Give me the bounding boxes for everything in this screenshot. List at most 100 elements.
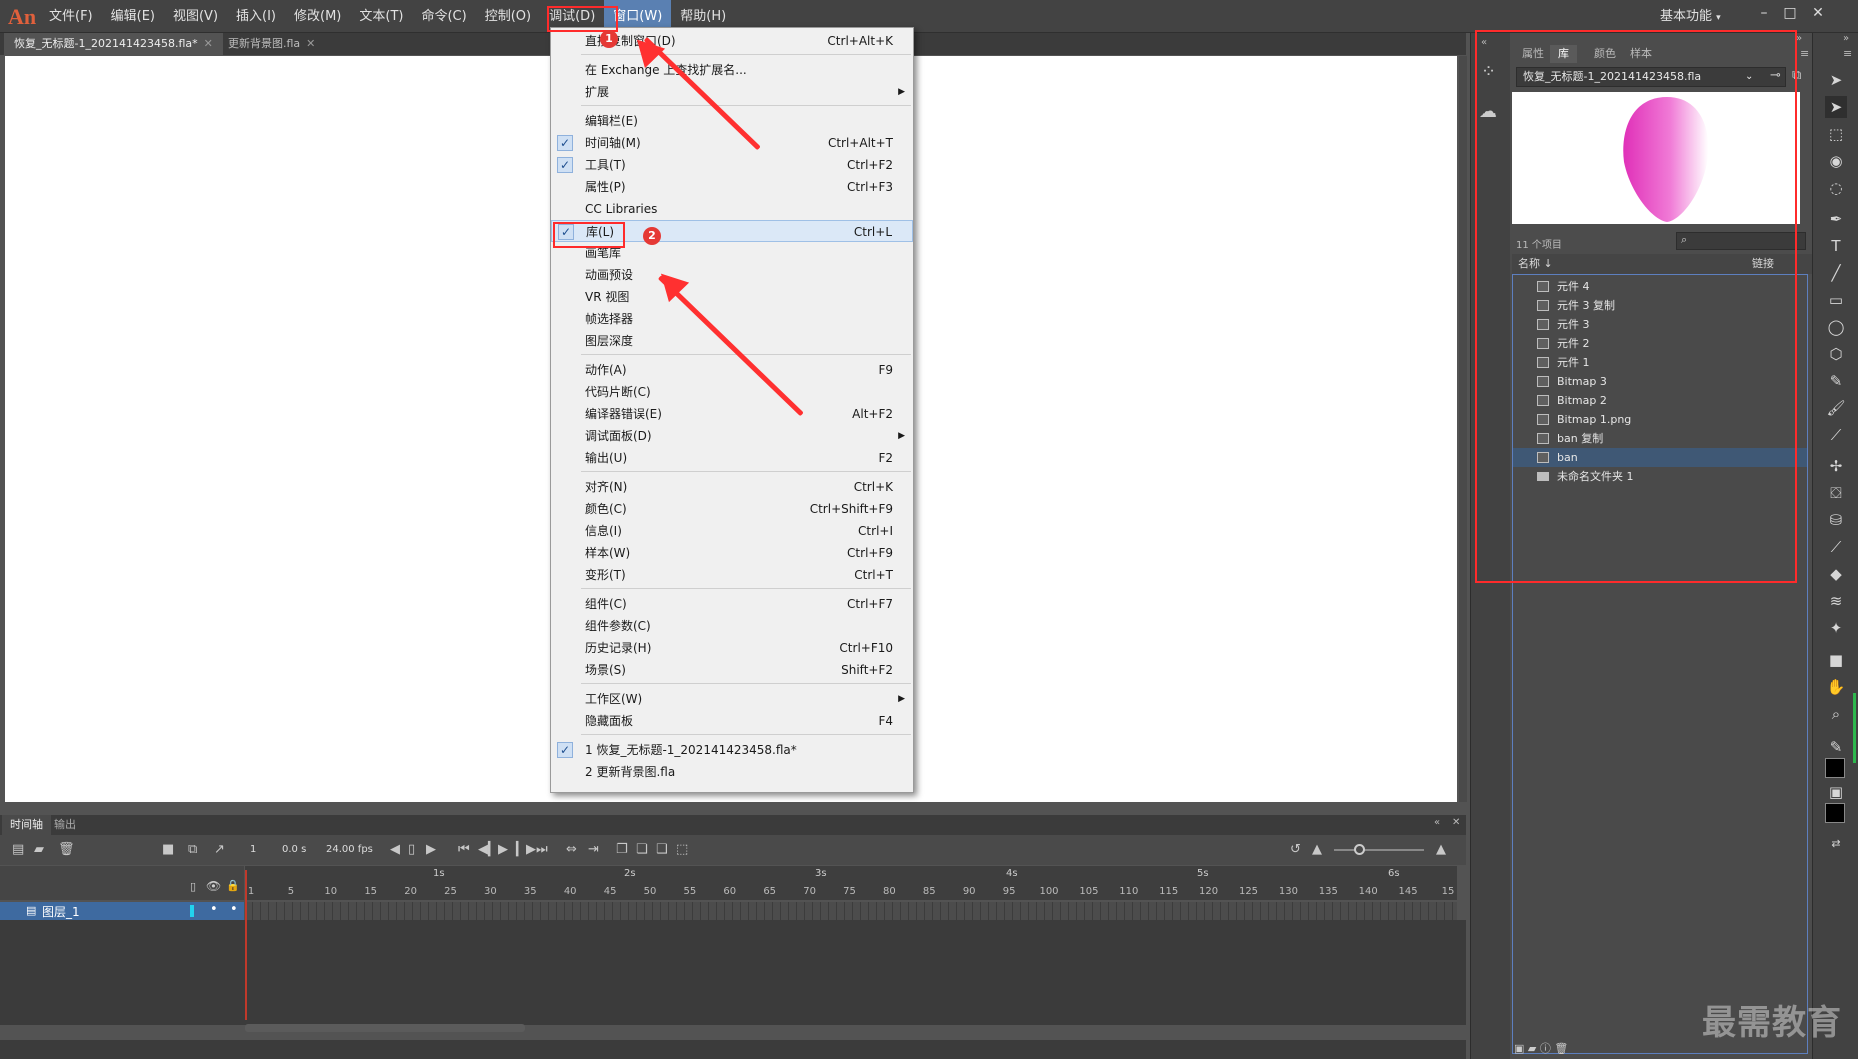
- swap-colors-icon[interactable]: ⇄: [1825, 833, 1847, 855]
- polystar-icon[interactable]: ⬡: [1825, 343, 1847, 365]
- first-frame-icon[interactable]: ⏮: [458, 842, 470, 857]
- timeline-ruler[interactable]: 1 5 10 15 20 25 30 35 40 45 50 55 60 65 70 75 80 85 90 95 10…: [245, 866, 1457, 900]
- menu-item[interactable]: CC Libraries: [551, 198, 913, 220]
- last-frame-icon[interactable]: ⏭: [536, 842, 548, 857]
- doc-tab-recovered[interactable]: 恢复_无标题-1_202141423458.fla* ✕: [4, 33, 223, 55]
- tab-timeline[interactable]: 时间轴: [2, 815, 51, 835]
- menu-item[interactable]: 信息(I) Ctrl+I: [551, 520, 913, 542]
- menu-view[interactable]: 视图(V): [164, 0, 227, 33]
- width-tool-icon[interactable]: ≋: [1825, 590, 1847, 612]
- menu-file[interactable]: 文件(F): [40, 0, 102, 33]
- bottom-scrollbar[interactable]: [0, 1040, 1466, 1059]
- center-frame-icon[interactable]: ⇥: [588, 842, 599, 857]
- workspace-switcher[interactable]: 基本功能 ▾: [1660, 6, 1721, 28]
- menu-item[interactable]: ✓ 时间轴(M) Ctrl+Alt+T: [551, 132, 913, 154]
- selection-tool-icon[interactable]: ➤: [1825, 69, 1847, 91]
- outline-icon[interactable]: ▯: [190, 880, 196, 893]
- minimize-icon[interactable]: –: [1752, 2, 1776, 26]
- paint-bucket-icon[interactable]: ⛋: [1825, 482, 1847, 504]
- undo-icon[interactable]: ↺: [1290, 842, 1301, 857]
- menu-item[interactable]: 对齐(N) Ctrl+K: [551, 476, 913, 498]
- menu-item[interactable]: 帧选择器: [551, 308, 913, 330]
- zoom-slider[interactable]: [1334, 849, 1424, 851]
- play-icon[interactable]: ▶: [498, 842, 508, 857]
- text-tool-icon[interactable]: T: [1825, 235, 1847, 257]
- menu-item[interactable]: 调试面板(D) ▶: [551, 425, 913, 447]
- menu-item[interactable]: 动画预设: [551, 264, 913, 286]
- trash-icon[interactable]: 🗑: [58, 842, 75, 857]
- 3d-rotation-icon[interactable]: ◉: [1825, 150, 1847, 172]
- frame-track[interactable]: [245, 902, 1457, 920]
- panel-menu-icon[interactable]: ≡: [1800, 47, 1809, 60]
- trash-icon[interactable]: 🗑: [1554, 1042, 1568, 1055]
- zoom-out-icon[interactable]: ▲: [1312, 842, 1322, 857]
- close-icon[interactable]: ✕: [306, 37, 315, 50]
- step-forward-icon[interactable]: ▎▶: [516, 842, 536, 857]
- tab-output[interactable]: 输出: [46, 815, 84, 835]
- menu-item[interactable]: 动作(A) F9: [551, 359, 913, 381]
- info-icon[interactable]: ⓘ: [1540, 1042, 1551, 1055]
- frame-rate[interactable]: 24.00 fps: [326, 844, 373, 855]
- timeline-scrollbar[interactable]: [245, 1024, 525, 1032]
- menu-insert[interactable]: 插入(I): [227, 0, 285, 33]
- fill-color-swatch[interactable]: [1825, 803, 1845, 823]
- keyframe-icon[interactable]: ▯: [408, 842, 415, 857]
- prev-keyframe-icon[interactable]: ◀: [390, 842, 400, 857]
- eyedropper-icon[interactable]: ⟋: [1825, 536, 1847, 558]
- next-keyframe-icon[interactable]: ▶: [426, 842, 436, 857]
- paint-brush-icon[interactable]: 🖌: [1825, 397, 1847, 419]
- step-back-icon[interactable]: ◀▎: [478, 842, 498, 857]
- layer-name[interactable]: 图层_1: [42, 903, 80, 920]
- menu-item[interactable]: 代码片断(C): [551, 381, 913, 403]
- onion-skin-icon[interactable]: ❐: [616, 842, 628, 857]
- menu-item[interactable]: 组件(C) Ctrl+F7: [551, 593, 913, 615]
- menu-item[interactable]: 变形(T) Ctrl+T: [551, 564, 913, 586]
- menu-item[interactable]: 属性(P) Ctrl+F3: [551, 176, 913, 198]
- zoom-slider-handle[interactable]: [1354, 844, 1365, 855]
- hand-icon[interactable]: ✋: [1825, 676, 1847, 698]
- menu-item[interactable]: 输出(U) F2: [551, 447, 913, 469]
- ink-bottle-icon[interactable]: ⛁: [1825, 509, 1847, 531]
- menu-item[interactable]: 场景(S) Shift+F2: [551, 659, 913, 681]
- layer-parent-icon[interactable]: ⧉: [188, 842, 197, 857]
- menu-item[interactable]: VR 视图: [551, 286, 913, 308]
- eraser-icon[interactable]: ◆: [1825, 563, 1847, 585]
- close-icon[interactable]: ✕: [1806, 2, 1830, 26]
- asset-warp-icon[interactable]: ✦: [1825, 617, 1847, 639]
- maximize-icon[interactable]: □: [1778, 2, 1802, 26]
- close-icon[interactable]: ✕: [1452, 817, 1460, 828]
- playhead[interactable]: [245, 870, 247, 1020]
- menu-modify[interactable]: 修改(M): [285, 0, 350, 33]
- camera-icon[interactable]: ■: [162, 842, 174, 857]
- stroke-color-swatch[interactable]: [1825, 758, 1845, 778]
- layer-color-swatch[interactable]: [190, 905, 194, 917]
- pencil-icon[interactable]: ✎: [1825, 370, 1847, 392]
- menu-item[interactable]: 扩展 ▶: [551, 81, 913, 103]
- menu-edit[interactable]: 编辑(E): [102, 0, 164, 33]
- new-layer-icon[interactable]: ▤: [12, 842, 24, 857]
- graph-icon[interactable]: ↗: [214, 842, 225, 857]
- lasso-icon[interactable]: ◌: [1825, 177, 1847, 199]
- zoom-in-icon[interactable]: ▲: [1436, 842, 1446, 857]
- menu-item[interactable]: ✓ 工具(T) Ctrl+F2: [551, 154, 913, 176]
- close-icon[interactable]: ✕: [204, 37, 213, 50]
- stroke-color-icon[interactable]: ✎: [1825, 736, 1847, 758]
- doc-tab-background[interactable]: 更新背景图.fla ✕: [218, 33, 325, 55]
- menu-item[interactable]: 工作区(W) ▶: [551, 688, 913, 710]
- onion-markers-icon[interactable]: ⬚: [676, 842, 688, 857]
- free-transform-icon[interactable]: ⬚: [1825, 123, 1847, 145]
- fill-color-icon[interactable]: ▣: [1825, 781, 1847, 803]
- bone-icon[interactable]: ✢: [1825, 455, 1847, 477]
- panel-menu-icon[interactable]: ≡: [1843, 47, 1852, 60]
- rectangle-icon[interactable]: ▭: [1825, 289, 1847, 311]
- stage-scrollbar[interactable]: [1459, 56, 1467, 802]
- menu-item[interactable]: 组件参数(C): [551, 615, 913, 637]
- menu-item[interactable]: 颜色(C) Ctrl+Shift+F9: [551, 498, 913, 520]
- oval-icon[interactable]: ◯: [1825, 316, 1847, 338]
- loop-icon[interactable]: ⇔: [566, 842, 577, 857]
- visibility-dot[interactable]: •: [210, 902, 218, 917]
- menu-commands[interactable]: 命令(C): [412, 0, 475, 33]
- edit-multiple-icon[interactable]: ❑: [656, 842, 668, 857]
- lock-dot[interactable]: •: [230, 902, 238, 917]
- camera-icon[interactable]: ■: [1825, 649, 1847, 671]
